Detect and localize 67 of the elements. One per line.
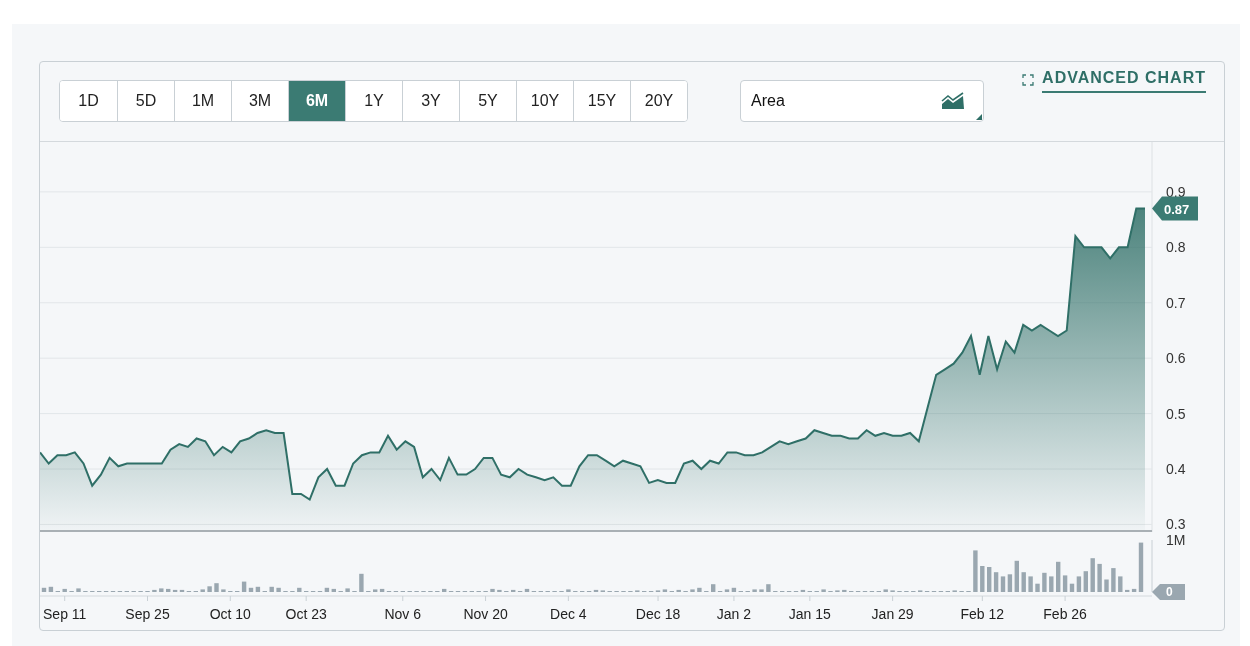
volume-bar bbox=[159, 588, 164, 592]
axis-label: 0.7 bbox=[1166, 294, 1186, 311]
axis-label: Nov 20 bbox=[463, 606, 508, 622]
axis-label: 0.6 bbox=[1166, 350, 1186, 367]
axis-label: Dec 4 bbox=[550, 606, 587, 622]
volume-bar bbox=[490, 588, 495, 592]
volume-bar bbox=[1118, 576, 1123, 592]
axis-label: Jan 15 bbox=[788, 606, 831, 622]
volume-bar bbox=[269, 586, 274, 592]
volume-bar bbox=[62, 588, 67, 592]
axis-label: 0.3 bbox=[1166, 516, 1186, 532]
volume-bar bbox=[152, 589, 157, 592]
volume-bar bbox=[766, 584, 771, 592]
volume-bar bbox=[214, 583, 219, 592]
volume-bar bbox=[200, 589, 205, 592]
volume-bar bbox=[76, 588, 81, 592]
volume-bar bbox=[759, 589, 764, 592]
volume-bar bbox=[1097, 563, 1102, 592]
volume-bar bbox=[821, 589, 826, 592]
volume-bar bbox=[697, 587, 702, 592]
volume-bar bbox=[1028, 576, 1033, 592]
volume-bar bbox=[207, 586, 212, 592]
volume-bar bbox=[1104, 579, 1109, 592]
volume-bar bbox=[276, 587, 281, 592]
volume-bar bbox=[1111, 568, 1116, 592]
advanced-chart-link[interactable]: ADVANCED CHART bbox=[1042, 66, 1206, 93]
axis-label: Jan 2 bbox=[716, 606, 752, 622]
volume-bar bbox=[221, 589, 226, 592]
volume-tag bbox=[1152, 584, 1185, 600]
volume-bar bbox=[1090, 558, 1095, 592]
volume-bar bbox=[1035, 583, 1040, 592]
volume-bar bbox=[297, 587, 302, 592]
volume-bar bbox=[973, 550, 978, 592]
volume-bar bbox=[359, 573, 364, 592]
axis-label: 0.5 bbox=[1166, 405, 1186, 422]
axis-label: Dec 18 bbox=[635, 606, 681, 622]
range-tab[interactable]: 20Y bbox=[630, 81, 687, 121]
axis-label: Sep 11 bbox=[43, 606, 87, 622]
volume-bar bbox=[676, 589, 681, 592]
axis-label: Sep 25 bbox=[125, 606, 170, 622]
volume-bar bbox=[1042, 572, 1047, 592]
corner-icon bbox=[976, 114, 982, 120]
volume-bar bbox=[566, 589, 571, 592]
volume-bar bbox=[345, 588, 350, 592]
volume-bar bbox=[1021, 572, 1026, 592]
axis-label: Feb 26 bbox=[1043, 606, 1087, 622]
volume-bar bbox=[883, 589, 888, 592]
axis-label: Oct 23 bbox=[285, 606, 327, 622]
axis-label: 1M bbox=[1166, 532, 1186, 548]
area-chart-icon bbox=[941, 92, 965, 110]
axis-label: Oct 10 bbox=[209, 606, 251, 622]
volume-bar bbox=[497, 589, 502, 592]
axis-label: 0 bbox=[1166, 585, 1173, 599]
chart-type-select[interactable]: Area bbox=[740, 80, 984, 122]
volume-bar bbox=[1049, 576, 1054, 592]
volume-bar bbox=[842, 589, 847, 592]
axis-label: Jan 29 bbox=[871, 606, 914, 622]
axis-label: 0.8 bbox=[1166, 239, 1186, 256]
volume-bar bbox=[690, 589, 695, 592]
axis-label: Nov 6 bbox=[384, 606, 422, 622]
volume-bar bbox=[980, 566, 985, 592]
volume-bar bbox=[752, 589, 757, 592]
axis-label: Feb 12 bbox=[960, 606, 1005, 622]
axis-label: 0.4 bbox=[1166, 461, 1186, 478]
range-tab[interactable]: 6M bbox=[288, 81, 345, 121]
expand-icon bbox=[1022, 73, 1035, 86]
price-tag: 0.87 bbox=[1152, 196, 1198, 221]
